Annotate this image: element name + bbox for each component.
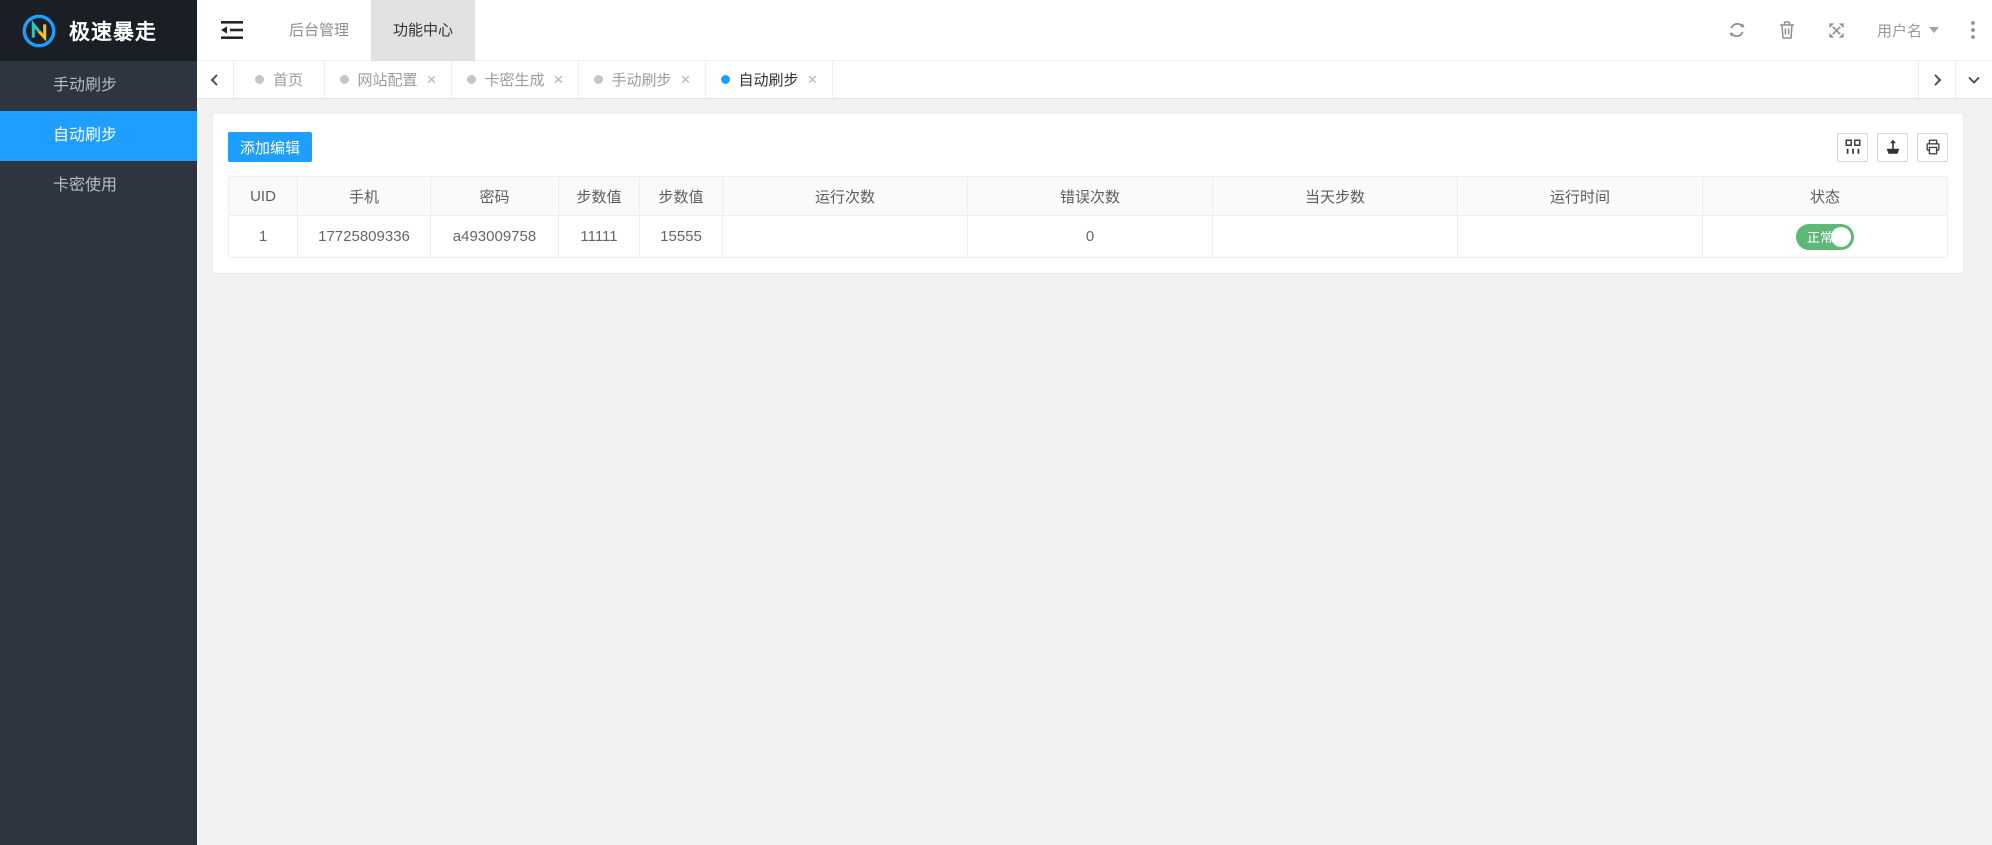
tab-dot	[466, 75, 476, 84]
sidebar-item-manual-steps[interactable]: 手动刷步	[0, 61, 197, 111]
tab-label: 自动刷步	[738, 72, 799, 89]
cell-phone: 17725809336	[298, 216, 431, 257]
col-status: 状态	[1809, 188, 1840, 206]
tab-close-icon[interactable]: ×	[427, 71, 437, 88]
refresh-icon[interactable]	[1727, 20, 1747, 40]
sidebar-item-auto-steps[interactable]: 自动刷步	[0, 111, 197, 161]
tab-manual-steps[interactable]: 手动刷步 ×	[579, 61, 706, 98]
tab-label: 卡密生成	[484, 72, 545, 89]
fullscreen-icon[interactable]	[1827, 21, 1846, 40]
status-toggle[interactable]: 正常	[1796, 223, 1854, 250]
username-label: 用户名	[1876, 22, 1922, 40]
user-menu[interactable]: 用户名	[1877, 20, 1939, 41]
data-table: UID 手机 密码 步数值 步数值 运行次数 错误次数 当天步数 运行时间 状态…	[228, 176, 1948, 258]
col-error-count: 错误次数	[968, 177, 1213, 215]
table-row: 1 17725809336 a493009758 11111 15555 0 正…	[229, 216, 1947, 257]
tabs-scroll-left-icon[interactable]	[197, 61, 234, 98]
tabs: 首页 网站配置 × 卡密生成 × 手动刷步 × 自动刷步 ×	[234, 61, 833, 98]
cell-steps-max: 15555	[640, 216, 723, 257]
topnav-item-admin[interactable]: 后台管理	[267, 0, 371, 61]
tab-label: 网站配置	[357, 72, 418, 89]
tab-card-generate[interactable]: 卡密生成 ×	[452, 61, 579, 98]
table-card: 添加编辑 UID 手机 密码 步数值 步数值 运行次数 错误次数 当天步数 运行…	[213, 114, 1963, 273]
tab-site-config[interactable]: 网站配置 ×	[325, 61, 452, 98]
col-phone: 手机	[298, 177, 431, 215]
tab-dot	[593, 75, 603, 84]
col-uid: UID	[229, 177, 298, 215]
cell-uid: 1	[229, 216, 298, 257]
col-today-steps: 当天步数	[1213, 177, 1458, 215]
trash-icon[interactable]	[1778, 20, 1796, 40]
sidebar-menu: 手动刷步 自动刷步 卡密使用	[0, 61, 197, 211]
columns-filter-icon[interactable]	[1837, 132, 1868, 162]
topnav-item-function-center[interactable]: 功能中心	[371, 0, 476, 61]
print-icon[interactable]	[1917, 132, 1948, 162]
col-password: 密码	[431, 177, 559, 215]
more-vertical-icon[interactable]	[1970, 20, 1976, 40]
tab-auto-steps[interactable]: 自动刷步 ×	[706, 61, 833, 98]
tab-close-icon[interactable]: ×	[808, 71, 818, 88]
tab-label: 手动刷步	[611, 72, 672, 89]
brand-logo-icon	[22, 14, 56, 47]
table-tool-icons	[1837, 132, 1948, 162]
export-icon[interactable]	[1877, 132, 1908, 162]
cell-steps-min: 11111	[559, 216, 640, 257]
tabs-scroll-right-icon[interactable]	[1918, 61, 1955, 98]
collapse-menu-icon[interactable]	[197, 0, 267, 61]
tab-close-icon[interactable]: ×	[681, 71, 691, 88]
table-toolbar: 添加编辑	[228, 132, 1948, 162]
brand[interactable]: 极速暴走	[0, 0, 197, 61]
tab-close-icon[interactable]: ×	[554, 71, 564, 88]
cell-error-count: 0	[968, 216, 1213, 257]
cell-password: a493009758	[431, 216, 559, 257]
col-run-count: 运行次数	[723, 177, 968, 215]
col-steps-min: 步数值	[559, 177, 640, 215]
col-steps-max: 步数值	[640, 177, 723, 215]
tabs-dropdown-icon[interactable]	[1955, 61, 1992, 98]
tabbar-spacer	[833, 61, 1918, 98]
cell-run-count	[723, 216, 968, 257]
brand-title: 极速暴走	[69, 20, 157, 44]
add-edit-button[interactable]: 添加编辑	[228, 132, 313, 162]
tab-dot	[720, 75, 730, 84]
sidebar-item-card-usage[interactable]: 卡密使用	[0, 161, 197, 211]
chevron-down-icon	[1929, 27, 1939, 33]
status-toggle-label: 正常	[1807, 230, 1834, 245]
cell-status: 正常	[1703, 216, 1947, 257]
cell-today-steps	[1213, 216, 1458, 257]
cell-run-time	[1458, 216, 1703, 257]
tab-home[interactable]: 首页	[234, 61, 325, 98]
sidebar: 极速暴走 手动刷步 自动刷步 卡密使用	[0, 0, 197, 845]
header-actions: 用户名	[1727, 20, 1992, 41]
main-content: 添加编辑 UID 手机 密码 步数值 步数值 运行次数 错误次数 当天步数 运行…	[197, 99, 1992, 845]
header: 后台管理 功能中心 用户名	[197, 0, 1992, 61]
tab-label: 首页	[272, 72, 303, 89]
col-run-time: 运行时间	[1458, 177, 1703, 215]
tab-dot	[339, 75, 349, 84]
tab-bar: 首页 网站配置 × 卡密生成 × 手动刷步 × 自动刷步 ×	[197, 61, 1992, 99]
tab-dot	[254, 75, 264, 84]
table-header-row: UID 手机 密码 步数值 步数值 运行次数 错误次数 当天步数 运行时间 状态	[229, 177, 1947, 216]
status-toggle-knob	[1831, 226, 1851, 247]
